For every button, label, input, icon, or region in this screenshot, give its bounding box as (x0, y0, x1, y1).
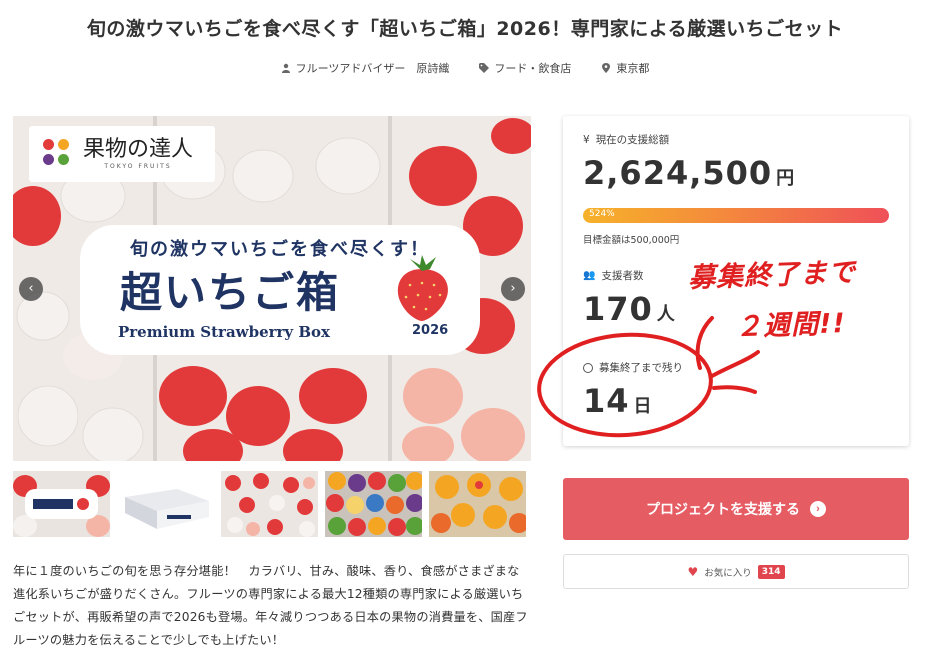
product-year: 2026 (412, 323, 449, 338)
users-icon: 👥 (583, 270, 596, 281)
thumbnail-5[interactable] (429, 471, 526, 537)
thumbnail-2[interactable] (117, 471, 214, 537)
favorite-label: お気に入り (704, 567, 752, 579)
supporters-value: 170 人 (583, 290, 675, 328)
category-link[interactable]: フード・飲食店 (479, 60, 571, 76)
product-name: 超いちご箱 (120, 268, 341, 317)
progress-percent: 524% (589, 209, 615, 219)
carousel-next-button[interactable]: › (501, 277, 525, 301)
clock-icon (583, 362, 593, 373)
thumbnail-4[interactable] (325, 471, 422, 537)
goal-amount: 目標金額は500,000円 (583, 235, 680, 246)
category-name: フード・飲食店 (494, 62, 572, 75)
logo-mark (43, 139, 73, 169)
product-title-card: 旬の激ウマいちごを食べ尽くす！ 超いちご箱 Premium Strawberry… (80, 225, 480, 355)
product-subtitle: Premium Strawberry Box (118, 323, 330, 341)
yen-icon: ¥ (583, 133, 590, 146)
remaining-label: 募集終了まで残り (583, 360, 683, 375)
logo-main-text: 果物の達人 (83, 137, 194, 163)
arrow-right-circle-icon: › (810, 501, 826, 517)
annotation-line-1: 募集終了まで (687, 257, 857, 294)
support-button-label: プロジェクトを支援する (646, 501, 800, 517)
chevron-left-icon: ‹ (28, 281, 34, 296)
annotation-line-2: ２週間!! (734, 308, 847, 343)
total-funding-label: ¥ 現在の支援総額 (583, 133, 670, 147)
favorite-button[interactable]: ♥ お気に入り 314 (563, 554, 909, 589)
strawberry-icon (397, 255, 448, 321)
thumbnail-strip (13, 471, 531, 537)
location-name: 東京都 (616, 62, 650, 75)
supporters-label: 👥 支援者数 (583, 270, 644, 282)
remaining-value: 14 日 (583, 382, 652, 420)
support-project-button[interactable]: プロジェクトを支援する › (563, 478, 909, 540)
project-description: 年に１度のいちごの旬を思う存分堪能！ カラバリ、甘み、酸味、香り、食感がさまざま… (13, 564, 528, 647)
thumbnail-1[interactable] (13, 471, 110, 537)
page-title: 旬の激ウマいちごを食べ尽くす「超いちご箱」2026！専門家による厳選いちごセット (86, 18, 844, 40)
chevron-right-icon: › (510, 281, 516, 296)
user-icon (281, 63, 290, 73)
funding-progress-bar: 524% (583, 208, 889, 223)
total-funding-value: 2,624,500 円 (583, 154, 795, 192)
heart-icon: ♥ (687, 564, 699, 579)
project-meta: フルーツアドバイザー 原詩織 フード・飲食店 東京都 (0, 60, 930, 76)
brand-logo: 果物の達人 TOKYO FRUITS (29, 126, 215, 182)
hero-image[interactable]: 果物の達人 TOKYO FRUITS 旬の激ウマいちごを食べ尽くす！ 超いちご箱… (13, 116, 531, 461)
location-pin-icon (602, 63, 611, 73)
author-name: フルーツアドバイザー 原詩織 (295, 62, 450, 75)
location-link[interactable]: 東京都 (601, 60, 649, 76)
tag-icon (479, 63, 490, 73)
logo-sub-text: TOKYO FRUITS (104, 162, 172, 170)
carousel-prev-button[interactable]: ‹ (19, 277, 43, 301)
author-link[interactable]: フルーツアドバイザー 原詩織 (281, 60, 450, 76)
thumbnail-3[interactable] (221, 471, 318, 537)
favorite-count-badge: 314 (757, 564, 785, 579)
